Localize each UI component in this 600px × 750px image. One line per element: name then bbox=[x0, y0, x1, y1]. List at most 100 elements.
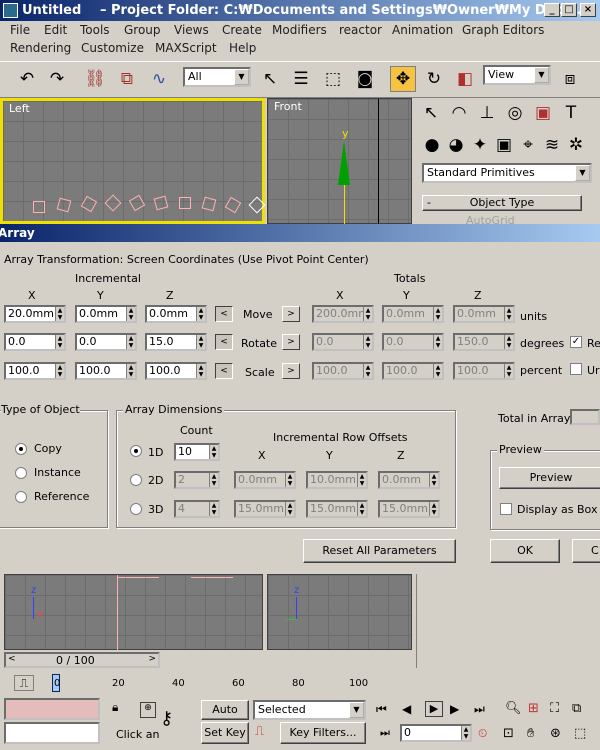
move-x-spinner[interactable]: 20.0mm ▲ ▼ bbox=[4, 305, 66, 323]
scale-z-spinner[interactable]: 100.0 ▲ ▼ bbox=[145, 362, 207, 380]
rect-region-icon[interactable]: ⬚ bbox=[320, 66, 346, 92]
select-by-name-icon[interactable]: ☰ bbox=[288, 66, 314, 92]
zoom-all-icon[interactable]: ⊞ bbox=[528, 701, 539, 716]
cancel-button[interactable]: C bbox=[572, 539, 600, 563]
selection-lock-icon[interactable]: ⊕ bbox=[140, 702, 156, 718]
primitives-dropdown[interactable]: Standard Primitives ▼ bbox=[422, 163, 592, 183]
move-icon[interactable]: ✥ bbox=[390, 66, 416, 92]
close-button[interactable]: × bbox=[580, 3, 596, 17]
rotate-left-arrow-button[interactable]: < bbox=[215, 334, 233, 350]
maximize-viewport-icon[interactable]: ⬚ bbox=[574, 726, 586, 741]
menu-file[interactable]: File bbox=[10, 23, 30, 37]
menu-customize[interactable]: Customize bbox=[81, 41, 144, 55]
menu-reactor[interactable]: reactor bbox=[339, 23, 382, 37]
menu-tools[interactable]: Tools bbox=[80, 23, 110, 37]
1d-radio[interactable] bbox=[130, 445, 142, 457]
pivot-icon[interactable]: ⧈ bbox=[557, 66, 583, 92]
auto-key-button[interactable]: Auto Key bbox=[201, 700, 249, 734]
spinner-arrows-icon[interactable]: ▲ ▼ bbox=[363, 307, 372, 321]
spinner-arrows-icon[interactable]: ▲ ▼ bbox=[461, 726, 470, 740]
spinner-arrows-icon[interactable]: ▲ ▼ bbox=[196, 364, 205, 378]
rotate-right-arrow-button[interactable]: > bbox=[282, 334, 300, 350]
spinner-arrows-icon[interactable]: ▲ ▼ bbox=[357, 502, 366, 516]
3d-offset-z-spinner[interactable]: 15.0mm ▲ ▼ bbox=[378, 500, 440, 518]
region-zoom-icon[interactable]: ⊡ bbox=[503, 726, 514, 741]
ref-coord-dropdown[interactable]: View ▼ bbox=[483, 65, 551, 85]
key-set-dropdown[interactable]: Selected ▼ bbox=[253, 700, 366, 720]
spinner-arrows-icon[interactable]: ▲ ▼ bbox=[429, 502, 438, 516]
next-frame-icon[interactable]: ▶ bbox=[450, 702, 459, 716]
spinner-arrows-icon[interactable]: ▲ ▼ bbox=[196, 307, 205, 321]
object-type-rollout[interactable]: - Object Type bbox=[422, 195, 582, 211]
maxscript-input[interactable] bbox=[4, 722, 100, 744]
move-total-y-spinner[interactable]: 0.0mm ▲ ▼ bbox=[382, 305, 444, 323]
spinner-arrows-icon[interactable]: ▲ ▼ bbox=[433, 335, 442, 349]
unlink-icon[interactable]: ⧉ bbox=[114, 66, 140, 92]
spinner-arrows-icon[interactable]: ▲ ▼ bbox=[433, 364, 442, 378]
2d-offset-x-spinner[interactable]: 0.0mm ▲ ▼ bbox=[234, 471, 296, 489]
2d-count-spinner[interactable]: 2 ▲ ▼ bbox=[174, 471, 220, 489]
spinner-arrows-icon[interactable]: ▲ ▼ bbox=[126, 364, 135, 378]
zoom-icon[interactable]: 🔍︎ bbox=[505, 701, 522, 716]
menu-help[interactable]: Help bbox=[229, 41, 256, 55]
3d-offset-y-spinner[interactable]: 15.0mm ▲ ▼ bbox=[306, 500, 368, 518]
2d-offset-y-spinner[interactable]: 10.0mm ▲ ▼ bbox=[306, 471, 368, 489]
scale-y-spinner[interactable]: 100.0 ▲ ▼ bbox=[75, 362, 137, 380]
spinner-arrows-icon[interactable]: ▲ ▼ bbox=[126, 335, 135, 349]
move-total-x-spinner[interactable]: 200.0mm ▲ ▼ bbox=[312, 305, 374, 323]
geometry-icon[interactable]: ● bbox=[422, 132, 442, 158]
redo-icon[interactable]: ↷ bbox=[44, 66, 70, 92]
menu-group[interactable]: Group bbox=[124, 23, 161, 37]
menu-animation[interactable]: Animation bbox=[392, 23, 453, 37]
viewport-left[interactable]: Left bbox=[0, 98, 266, 224]
3d-count-spinner[interactable]: 4 ▲ ▼ bbox=[174, 500, 220, 518]
spinner-arrows-icon[interactable]: ▲ ▼ bbox=[504, 364, 513, 378]
track-bar[interactable]: ⎍ 0 20 40 60 80 100 bbox=[0, 672, 600, 694]
spinner-arrows-icon[interactable]: ▲ ▼ bbox=[55, 335, 64, 349]
prev-frame-icon[interactable]: ◀ bbox=[402, 702, 411, 716]
spinner-arrows-icon[interactable]: ▲ ▼ bbox=[363, 364, 372, 378]
scale-total-z-spinner[interactable]: 100.0 ▲ ▼ bbox=[453, 362, 515, 380]
time-slider-right-icon[interactable]: > bbox=[148, 654, 156, 664]
create-tab-icon[interactable]: ↖ bbox=[418, 100, 444, 126]
menu-create[interactable]: Create bbox=[222, 23, 262, 37]
key-mode-icon[interactable]: ⏭ bbox=[380, 726, 390, 740]
pan-icon[interactable]: ✋︎ bbox=[527, 726, 534, 741]
spinner-arrows-icon[interactable]: ▲ ▼ bbox=[196, 335, 205, 349]
helpers-icon[interactable]: ⌖ bbox=[518, 132, 538, 158]
selection-filter-dropdown[interactable]: All ▼ bbox=[183, 67, 251, 87]
box-object[interactable] bbox=[56, 197, 72, 213]
box-object[interactable] bbox=[128, 194, 146, 212]
scale-total-x-spinner[interactable]: 100.0 ▲ ▼ bbox=[312, 362, 374, 380]
link-icon[interactable]: ⛓ bbox=[82, 66, 108, 92]
cameras-icon[interactable]: ▣ bbox=[494, 132, 514, 158]
spinner-arrows-icon[interactable]: ▲ ▼ bbox=[285, 502, 294, 516]
time-config-icon[interactable]: ⏲ bbox=[478, 726, 487, 741]
shapes-icon[interactable]: ◕ bbox=[446, 132, 466, 158]
modify-tab-icon[interactable]: ◠ bbox=[446, 100, 472, 126]
set-key-button[interactable]: Set Key bbox=[201, 722, 249, 744]
menu-views[interactable]: Views bbox=[174, 23, 209, 37]
viewport-bottom-right[interactable]: z bbox=[267, 574, 412, 650]
display-as-box-checkbox[interactable] bbox=[500, 503, 512, 515]
lights-icon[interactable]: ✦ bbox=[470, 132, 490, 158]
key-filters-button[interactable]: Key Filters... bbox=[280, 722, 366, 744]
zoom-extents-all-icon[interactable]: ⧉ bbox=[572, 701, 581, 716]
spinner-arrows-icon[interactable]: ▲ ▼ bbox=[429, 473, 438, 487]
rotate-total-z-spinner[interactable]: 150.0 ▲ ▼ bbox=[453, 333, 515, 351]
move-left-arrow-button[interactable]: < bbox=[215, 306, 233, 322]
rotate-x-spinner[interactable]: 0.0 ▲ ▼ bbox=[4, 333, 66, 351]
box-object[interactable] bbox=[179, 197, 191, 209]
play-icon[interactable]: ▶ bbox=[425, 701, 443, 717]
menu-modifiers[interactable]: Modifiers bbox=[272, 23, 327, 37]
move-z-spinner[interactable]: 0.0mm ▲ ▼ bbox=[145, 305, 207, 323]
spinner-arrows-icon[interactable]: ▲ ▼ bbox=[363, 335, 372, 349]
rotate-total-y-spinner[interactable]: 0.0 ▲ ▼ bbox=[382, 333, 444, 351]
utilities-tab-icon[interactable]: T bbox=[558, 100, 584, 126]
move-gizmo-y-icon[interactable] bbox=[338, 141, 350, 185]
spinner-arrows-icon[interactable]: ▲ ▼ bbox=[126, 307, 135, 321]
box-object[interactable] bbox=[80, 195, 98, 213]
box-object[interactable] bbox=[153, 195, 169, 211]
spinner-arrows-icon[interactable]: ▲ ▼ bbox=[504, 307, 513, 321]
scale-total-y-spinner[interactable]: 100.0 ▲ ▼ bbox=[382, 362, 444, 380]
